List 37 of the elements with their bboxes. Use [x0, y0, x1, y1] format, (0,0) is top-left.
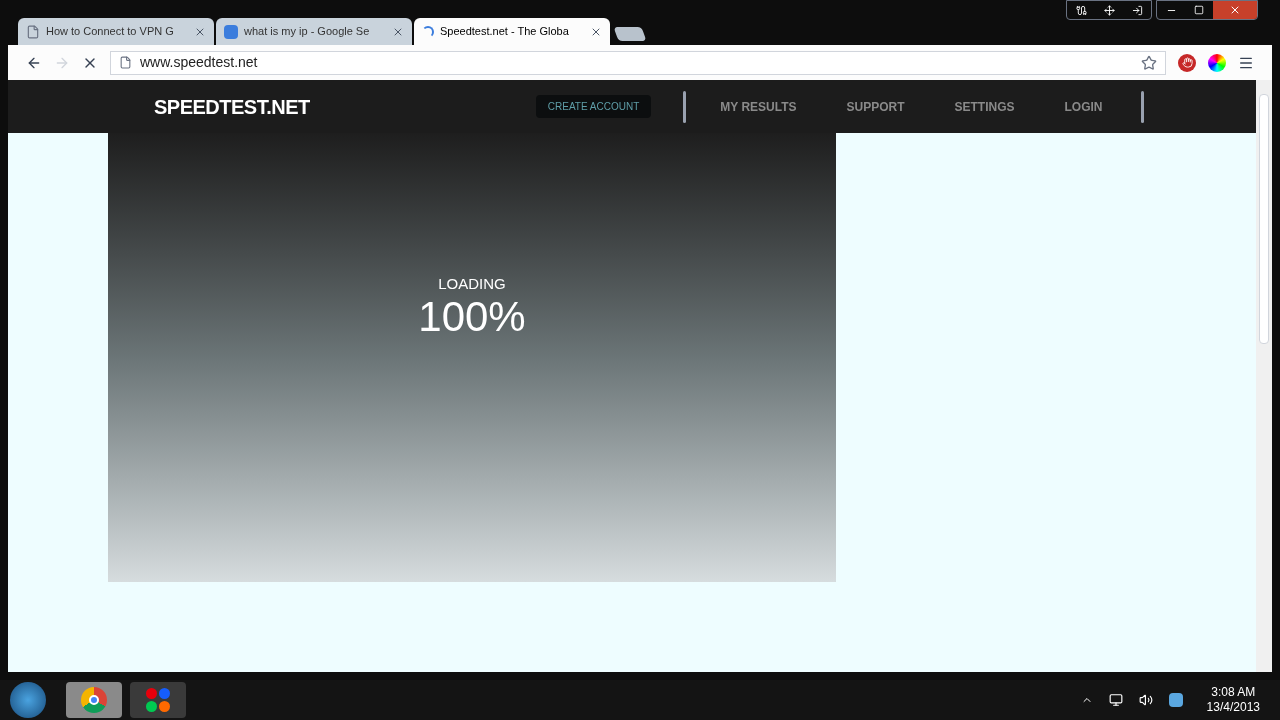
nav-link[interactable]: SUPPORT: [846, 97, 905, 116]
app-taskbar-icon[interactable]: [130, 682, 186, 718]
loading-percent: 100%: [418, 295, 526, 338]
browser-tab[interactable]: Speedtest.net - The Globa: [414, 18, 610, 45]
move-icon: [1103, 4, 1115, 16]
close-icon: [1229, 4, 1241, 16]
page-icon: [26, 24, 40, 39]
address-bar[interactable]: www.speedtest.net: [110, 50, 1166, 75]
page-icon: [119, 56, 132, 69]
site-logo[interactable]: SPEEDTEST.NET: [154, 91, 310, 122]
bookmark-star-icon[interactable]: [1141, 54, 1157, 71]
browser-tab[interactable]: How to Connect to VPN G: [18, 18, 214, 45]
network-icon[interactable]: [1108, 693, 1123, 707]
scrollbar[interactable]: [1256, 80, 1272, 672]
tray-app-icon[interactable]: [1168, 693, 1183, 707]
nav-link[interactable]: SETTINGS: [954, 97, 1015, 116]
stop-hand-icon[interactable]: [1178, 53, 1196, 72]
new-tab-button[interactable]: [613, 27, 647, 41]
tab-title: Speedtest.net - The Globa: [440, 24, 570, 40]
tab-title: How to Connect to VPN G: [46, 24, 175, 40]
plug-icon: [1075, 4, 1087, 16]
clock-time: 3:08 AM: [1211, 685, 1256, 700]
browser-taskbar-icon[interactable]: [66, 682, 122, 718]
enter-icon: [1131, 4, 1143, 16]
clock-date: 13/4/2013: [1206, 700, 1260, 715]
start-button[interactable]: [10, 682, 46, 718]
color-wheel-icon[interactable]: [1208, 53, 1226, 72]
create-account-button[interactable]: CREATE ACCOUNT: [535, 95, 652, 118]
nav-link[interactable]: MY RESULTS: [720, 97, 797, 116]
loading-label: LOADING: [438, 274, 506, 294]
loading-spinner-icon: [422, 25, 434, 38]
url-text: www.speedtest.net: [140, 53, 258, 72]
maximize-icon: [1194, 5, 1204, 15]
nav-link[interactable]: LOGIN: [1064, 97, 1103, 116]
browser-tab[interactable]: what is my ip - Google Se: [216, 18, 412, 45]
tab-title: what is my ip - Google Se: [244, 24, 371, 40]
volume-icon[interactable]: [1138, 693, 1153, 707]
